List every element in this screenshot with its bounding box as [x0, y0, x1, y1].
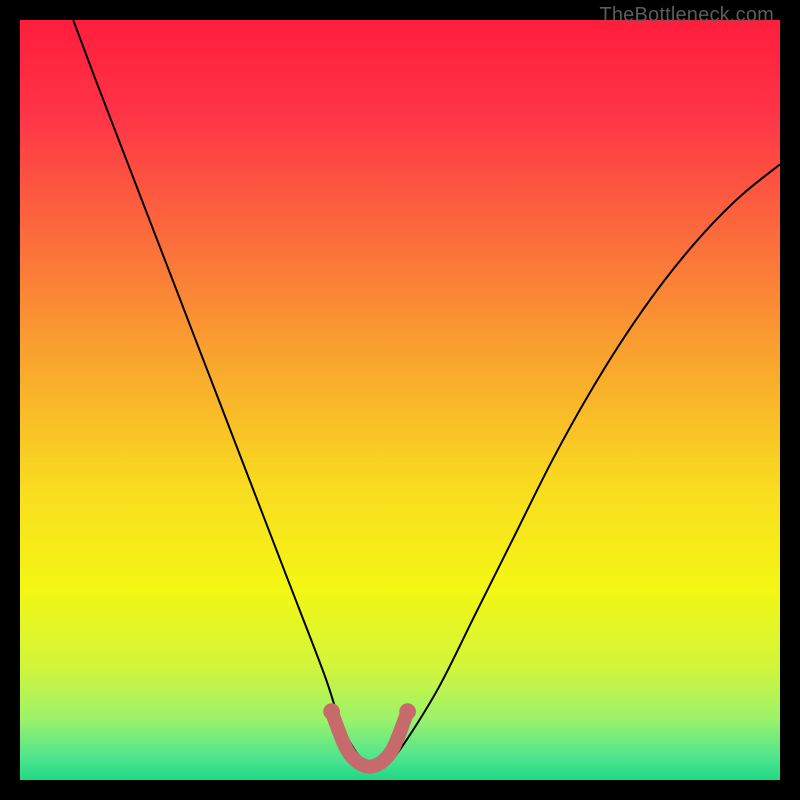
chart-frame: TheBottleneck.com [0, 0, 800, 800]
bottleneck-curve [73, 20, 780, 767]
highlight-endpoint-left [323, 703, 340, 720]
plot-area [20, 20, 780, 780]
highlight-endpoint-right [399, 703, 416, 720]
curve-layer [20, 20, 780, 780]
watermark-text: TheBottleneck.com [599, 4, 774, 27]
highlight-segment [332, 712, 408, 767]
